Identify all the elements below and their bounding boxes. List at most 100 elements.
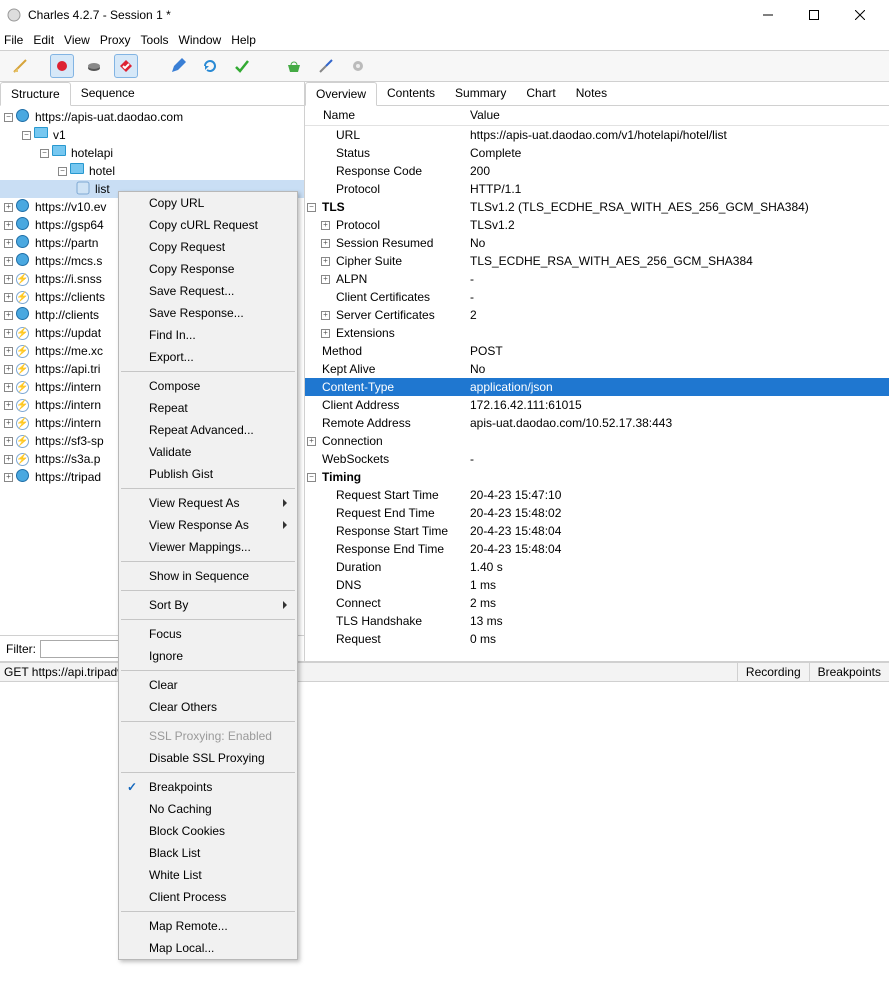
menu-help[interactable]: Help [231,33,256,47]
overview-row[interactable]: MethodPOST [305,342,889,360]
ctx-breakpoints[interactable]: Breakpoints [119,776,297,798]
tab-summary[interactable]: Summary [445,82,516,105]
ctx-sort-by[interactable]: Sort By [119,594,297,616]
menu-edit[interactable]: Edit [33,33,54,47]
ctx-white-list[interactable]: White List [119,864,297,886]
toolbar [0,50,889,82]
overview-row[interactable]: Request End Time20-4-23 15:48:02 [305,504,889,522]
tools-basket-icon[interactable] [282,54,306,78]
ctx-save-request[interactable]: Save Request... [119,280,297,302]
overview-row[interactable]: +ALPN- [305,270,889,288]
overview-row[interactable]: Connect2 ms [305,594,889,612]
filter-label: Filter: [6,642,36,656]
ctx-clear-others[interactable]: Clear Others [119,696,297,718]
overview-row[interactable]: WebSockets- [305,450,889,468]
menu-view[interactable]: View [64,33,90,47]
overview-row[interactable]: Client Certificates- [305,288,889,306]
tree-folder[interactable]: −hotel [0,162,304,180]
overview-row[interactable]: +Cipher SuiteTLS_ECDHE_RSA_WITH_AES_256_… [305,252,889,270]
overview-row[interactable]: Request0 ms [305,630,889,648]
menu-bar: File Edit View Proxy Tools Window Help [0,30,889,50]
overview-grid[interactable]: URLhttps://apis-uat.daodao.com/v1/hotela… [305,126,889,661]
ctx-view-response-as[interactable]: View Response As [119,514,297,536]
overview-row[interactable]: Kept AliveNo [305,360,889,378]
menu-proxy[interactable]: Proxy [100,33,131,47]
overview-row[interactable]: ProtocolHTTP/1.1 [305,180,889,198]
col-value: Value [470,108,500,125]
tab-chart[interactable]: Chart [516,82,565,105]
ctx-compose[interactable]: Compose [119,375,297,397]
broom-icon[interactable] [8,54,32,78]
overview-row[interactable]: −Timing [305,468,889,486]
overview-row[interactable]: URLhttps://apis-uat.daodao.com/v1/hotela… [305,126,889,144]
overview-row[interactable]: Request Start Time20-4-23 15:47:10 [305,486,889,504]
ctx-repeat[interactable]: Repeat [119,397,297,419]
ctx-copy-request[interactable]: Copy Request [119,236,297,258]
overview-row[interactable]: +Connection [305,432,889,450]
tree-host[interactable]: −https://apis-uat.daodao.com [0,108,304,126]
overview-row[interactable]: Response Code200 [305,162,889,180]
overview-row[interactable]: Remote Addressapis-uat.daodao.com/10.52.… [305,414,889,432]
col-name: Name [305,108,470,125]
overview-row[interactable]: Response End Time20-4-23 15:48:04 [305,540,889,558]
settings-gear-icon[interactable] [346,54,370,78]
repeat-icon[interactable] [198,54,222,78]
menu-tools[interactable]: Tools [141,33,169,47]
ctx-map-local[interactable]: Map Local... [119,937,297,959]
tree-folder[interactable]: −hotelapi [0,144,304,162]
ctx-save-response[interactable]: Save Response... [119,302,297,324]
tab-structure[interactable]: Structure [0,82,71,106]
ctx-repeat-advanced[interactable]: Repeat Advanced... [119,419,297,441]
ctx-export[interactable]: Export... [119,346,297,368]
ctx-copy-response[interactable]: Copy Response [119,258,297,280]
ctx-ssl-proxying-enabled: SSL Proxying: Enabled [119,725,297,747]
ctx-disable-ssl-proxying[interactable]: Disable SSL Proxying [119,747,297,769]
breakpoints-icon[interactable] [114,54,138,78]
ctx-map-remote[interactable]: Map Remote... [119,915,297,937]
overview-row[interactable]: +Extensions [305,324,889,342]
overview-row[interactable]: +Server Certificates2 [305,306,889,324]
ctx-validate[interactable]: Validate [119,441,297,463]
menu-file[interactable]: File [4,33,23,47]
tab-overview[interactable]: Overview [305,82,377,106]
ctx-copy-url[interactable]: Copy URL [119,192,297,214]
overview-row[interactable]: StatusComplete [305,144,889,162]
menu-window[interactable]: Window [179,33,222,47]
overview-header: Name Value [305,106,889,126]
ctx-view-request-as[interactable]: View Request As [119,492,297,514]
ctx-black-list[interactable]: Black List [119,842,297,864]
throttle-icon[interactable] [82,54,106,78]
overview-row[interactable]: −TLSTLSv1.2 (TLS_ECDHE_RSA_WITH_AES_256_… [305,198,889,216]
overview-row[interactable]: TLS Handshake13 ms [305,612,889,630]
validate-icon[interactable] [230,54,254,78]
overview-row[interactable]: Content-Typeapplication/json [305,378,889,396]
ctx-copy-curl-request[interactable]: Copy cURL Request [119,214,297,236]
ctx-client-process[interactable]: Client Process [119,886,297,908]
ctx-focus[interactable]: Focus [119,623,297,645]
tools-wrench-icon[interactable] [314,54,338,78]
tab-notes[interactable]: Notes [566,82,617,105]
maximize-button[interactable] [791,0,837,30]
record-icon[interactable] [50,54,74,78]
ctx-viewer-mappings[interactable]: Viewer Mappings... [119,536,297,558]
overview-row[interactable]: Response Start Time20-4-23 15:48:04 [305,522,889,540]
edit-icon[interactable] [166,54,190,78]
overview-row[interactable]: +ProtocolTLSv1.2 [305,216,889,234]
tab-sequence[interactable]: Sequence [71,82,145,105]
overview-row[interactable]: +Session ResumedNo [305,234,889,252]
overview-row[interactable]: DNS1 ms [305,576,889,594]
overview-row[interactable]: Duration1.40 s [305,558,889,576]
ctx-no-caching[interactable]: No Caching [119,798,297,820]
ctx-publish-gist[interactable]: Publish Gist [119,463,297,485]
ctx-block-cookies[interactable]: Block Cookies [119,820,297,842]
ctx-ignore[interactable]: Ignore [119,645,297,667]
minimize-button[interactable] [745,0,791,30]
close-button[interactable] [837,0,883,30]
ctx-show-in-sequence[interactable]: Show in Sequence [119,565,297,587]
tree-folder[interactable]: −v1 [0,126,304,144]
window-title: Charles 4.2.7 - Session 1 * [28,8,745,22]
ctx-find-in[interactable]: Find In... [119,324,297,346]
tab-contents[interactable]: Contents [377,82,445,105]
ctx-clear[interactable]: Clear [119,674,297,696]
overview-row[interactable]: Client Address172.16.42.111:61015 [305,396,889,414]
